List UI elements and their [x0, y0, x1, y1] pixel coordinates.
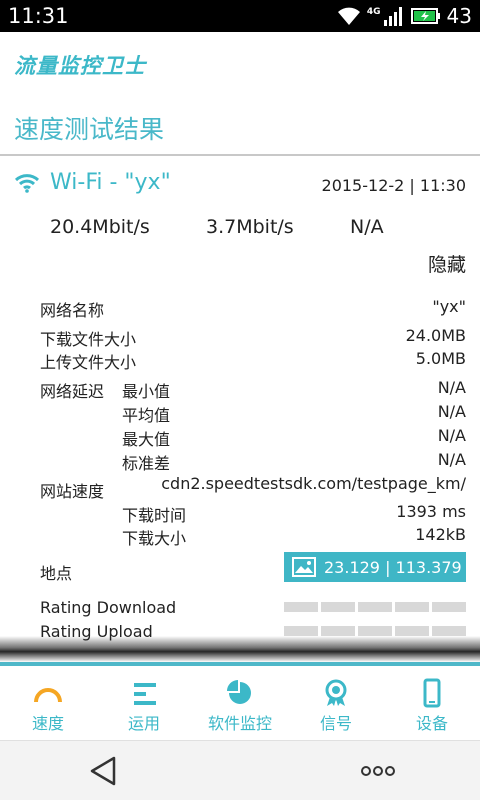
rating-segment	[284, 602, 318, 612]
location-value: 23.129 | 113.379	[324, 557, 462, 577]
network-header: Wi-Fi - "yx"	[14, 170, 171, 195]
pie-icon	[227, 680, 251, 704]
latency-avg-label: 平均值	[122, 406, 171, 425]
upload-size-label: 上传文件大小	[40, 353, 137, 372]
rating-segment	[284, 626, 318, 636]
status-bar: 11:31 4G 43	[0, 0, 480, 32]
ping-value: N/A	[350, 216, 384, 238]
latency-std-value: N/A	[437, 450, 466, 469]
latency-max-value: N/A	[437, 426, 466, 445]
badge-icon	[325, 679, 347, 706]
download-amount-label: 下载大小	[122, 529, 187, 548]
location-button[interactable]: 23.129 | 113.379	[284, 552, 466, 582]
download-time-label: 下载时间	[122, 506, 187, 525]
status-battery-icon	[410, 8, 440, 24]
app-logo: 流量监控卫士	[14, 54, 146, 78]
upload-size-value: 5.0MB	[415, 349, 466, 368]
status-battery-level: 43	[446, 4, 472, 28]
bottom-nav: 速度 运用 软件监控 信号 设备	[0, 666, 480, 740]
download-size-label: 下载文件大小	[40, 330, 137, 349]
map-icon	[292, 557, 316, 577]
latency-max-label: 最大值	[122, 430, 171, 449]
latency-min-label: 最小值	[122, 382, 171, 401]
location-label: 地点	[40, 564, 73, 583]
status-icons: 4G 43	[337, 4, 472, 28]
gauge-icon	[34, 688, 62, 703]
nav-item-signal[interactable]: 信号	[288, 666, 384, 740]
rating-download-bar	[284, 602, 466, 612]
page-title: 速度测试结果	[14, 115, 165, 144]
nav-label-signal: 信号	[319, 714, 352, 733]
nav-item-speed[interactable]: 速度	[0, 666, 96, 740]
more-dots-icon[interactable]	[360, 765, 396, 777]
nav-item-software-monitor[interactable]: 软件监控	[192, 666, 288, 740]
rating-segment	[432, 602, 466, 612]
status-signal-icon	[383, 7, 402, 26]
latency-label: 网络延迟	[40, 382, 105, 401]
rating-segment	[321, 626, 355, 636]
network-name-value: "yx"	[432, 297, 466, 316]
rating-segment	[321, 602, 355, 612]
scroll-shadow	[0, 636, 480, 662]
nav-label-speed: 速度	[31, 714, 64, 733]
rating-segment	[358, 626, 392, 636]
network-label: Wi-Fi - "yx"	[50, 170, 171, 195]
nav-item-device[interactable]: 设备	[384, 666, 480, 740]
latency-avg-value: N/A	[437, 402, 466, 421]
download-time-value: 1393 ms	[396, 502, 466, 521]
nav-label-device: 设备	[415, 714, 448, 733]
result-content[interactable]: Wi-Fi - "yx" 2015-12-2 | 11:30 20.4Mbit/…	[0, 156, 480, 642]
network-name-label: 网络名称	[40, 301, 105, 320]
test-datetime: 2015-12-2 | 11:30	[321, 176, 466, 195]
latency-std-label: 标准差	[122, 454, 171, 473]
upload-speed: 3.7Mbit/s	[206, 216, 294, 238]
download-speed: 20.4Mbit/s	[50, 216, 150, 238]
hide-button[interactable]: 隐藏	[428, 250, 466, 277]
rating-download-label: Rating Download	[40, 598, 177, 617]
system-nav-bar	[0, 740, 480, 800]
back-triangle-icon[interactable]	[88, 755, 118, 787]
status-network-type: 4G	[366, 6, 381, 17]
download-amount-value: 142kB	[415, 525, 466, 544]
site-speed-label: 网站速度	[40, 482, 105, 501]
latency-min-value: N/A	[437, 378, 466, 397]
rating-upload-bar	[284, 626, 466, 636]
download-size-value: 24.0MB	[405, 326, 466, 345]
rating-segment	[395, 626, 429, 636]
status-time: 11:31	[8, 4, 69, 28]
bars-icon	[134, 683, 156, 705]
status-wifi-icon	[337, 7, 360, 25]
site-url: cdn2.speedtestsdk.com/testpage_km/	[161, 474, 466, 493]
wifi-icon	[14, 173, 40, 193]
nav-label-software-monitor: 软件监控	[207, 714, 272, 733]
nav-item-usage[interactable]: 运用	[96, 666, 192, 740]
phone-icon	[423, 678, 441, 708]
rating-segment	[395, 602, 429, 612]
nav-label-usage: 运用	[127, 714, 160, 733]
rating-segment	[358, 602, 392, 612]
rating-segment	[432, 626, 466, 636]
